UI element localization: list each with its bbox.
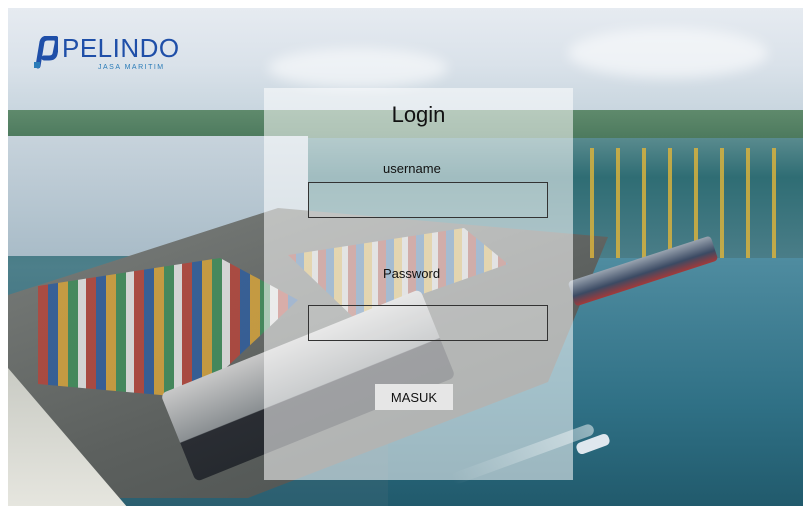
- password-label: Password: [383, 266, 441, 281]
- password-input[interactable]: [308, 305, 548, 341]
- username-input[interactable]: [308, 182, 548, 218]
- login-panel: Login username Password MASUK: [264, 88, 573, 480]
- brand-subtitle: JASA MARITIM: [98, 64, 165, 71]
- pelindo-logo-icon: [34, 36, 58, 69]
- brand-logo: PELINDO JASA MARITIM: [32, 34, 192, 78]
- brand-name: PELINDO: [62, 33, 180, 63]
- login-page: PELINDO JASA MARITIM Login username Pass…: [8, 8, 803, 506]
- masuk-button[interactable]: MASUK: [375, 384, 453, 410]
- login-title: Login: [391, 102, 446, 127]
- username-label: username: [383, 161, 441, 176]
